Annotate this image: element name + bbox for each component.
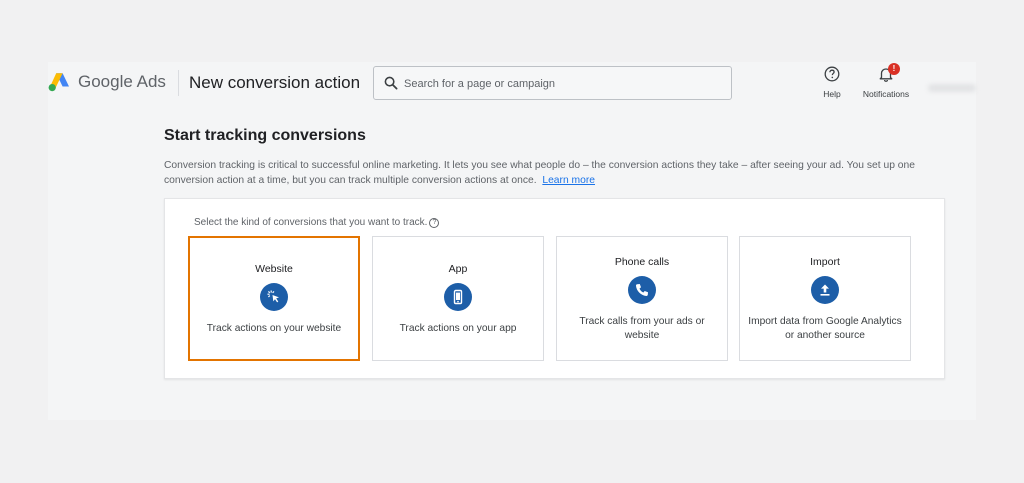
- section-heading: Start tracking conversions: [164, 127, 366, 144]
- option-title: Website: [255, 263, 293, 275]
- top-bar: Google Ads New conversion action Help !: [48, 62, 976, 104]
- section-description: Conversion tracking is critical to succe…: [164, 158, 944, 188]
- conversion-type-card: Select the kind of conversions that you …: [164, 198, 945, 379]
- option-description: Track actions on your website: [206, 323, 342, 334]
- help-label: Help: [823, 89, 841, 99]
- option-description: Track calls from your ads or website: [579, 316, 705, 341]
- phone-icon: [628, 276, 656, 304]
- google-ads-logo-icon: [48, 73, 69, 92]
- page-title: New conversion action: [189, 73, 361, 92]
- search-input[interactable]: [404, 75, 714, 93]
- prompt-text: Select the kind of conversions that you …: [194, 217, 428, 228]
- description-text: Conversion tracking is critical to succe…: [164, 160, 915, 186]
- notifications-button[interactable]: ! Notifications: [854, 63, 918, 99]
- notifications-label: Notifications: [862, 89, 910, 99]
- option-import[interactable]: Import Import data from Google Analytics…: [739, 236, 911, 361]
- search-box[interactable]: [373, 66, 732, 100]
- option-title: Phone calls: [614, 256, 670, 268]
- help-icon: [824, 66, 840, 82]
- conversion-prompt: Select the kind of conversions that you …: [194, 217, 440, 228]
- option-app[interactable]: App Track actions on your app: [372, 236, 544, 361]
- option-description: Track actions on your app: [399, 323, 517, 334]
- smartphone-icon: [444, 283, 472, 311]
- option-title: Import: [810, 256, 840, 268]
- help-button[interactable]: Help: [818, 66, 846, 99]
- notification-badge: !: [888, 63, 900, 75]
- header-divider: [178, 70, 179, 96]
- app-window: Google Ads New conversion action Help !: [48, 62, 976, 420]
- brand-name: Google Ads: [78, 72, 166, 91]
- account-avatar-blurred[interactable]: [928, 84, 976, 92]
- cursor-click-icon: [260, 283, 288, 311]
- info-icon[interactable]: ?: [429, 218, 440, 228]
- learn-more-link[interactable]: Learn more: [542, 175, 595, 186]
- option-phone-calls[interactable]: Phone calls Track calls from your ads or…: [556, 236, 728, 361]
- option-description: Import data from Google Analytics or ano…: [748, 316, 902, 341]
- option-website[interactable]: Website Track actions on your website: [188, 236, 360, 361]
- upload-icon: [811, 276, 839, 304]
- option-title: App: [448, 263, 468, 275]
- search-icon: [384, 76, 398, 90]
